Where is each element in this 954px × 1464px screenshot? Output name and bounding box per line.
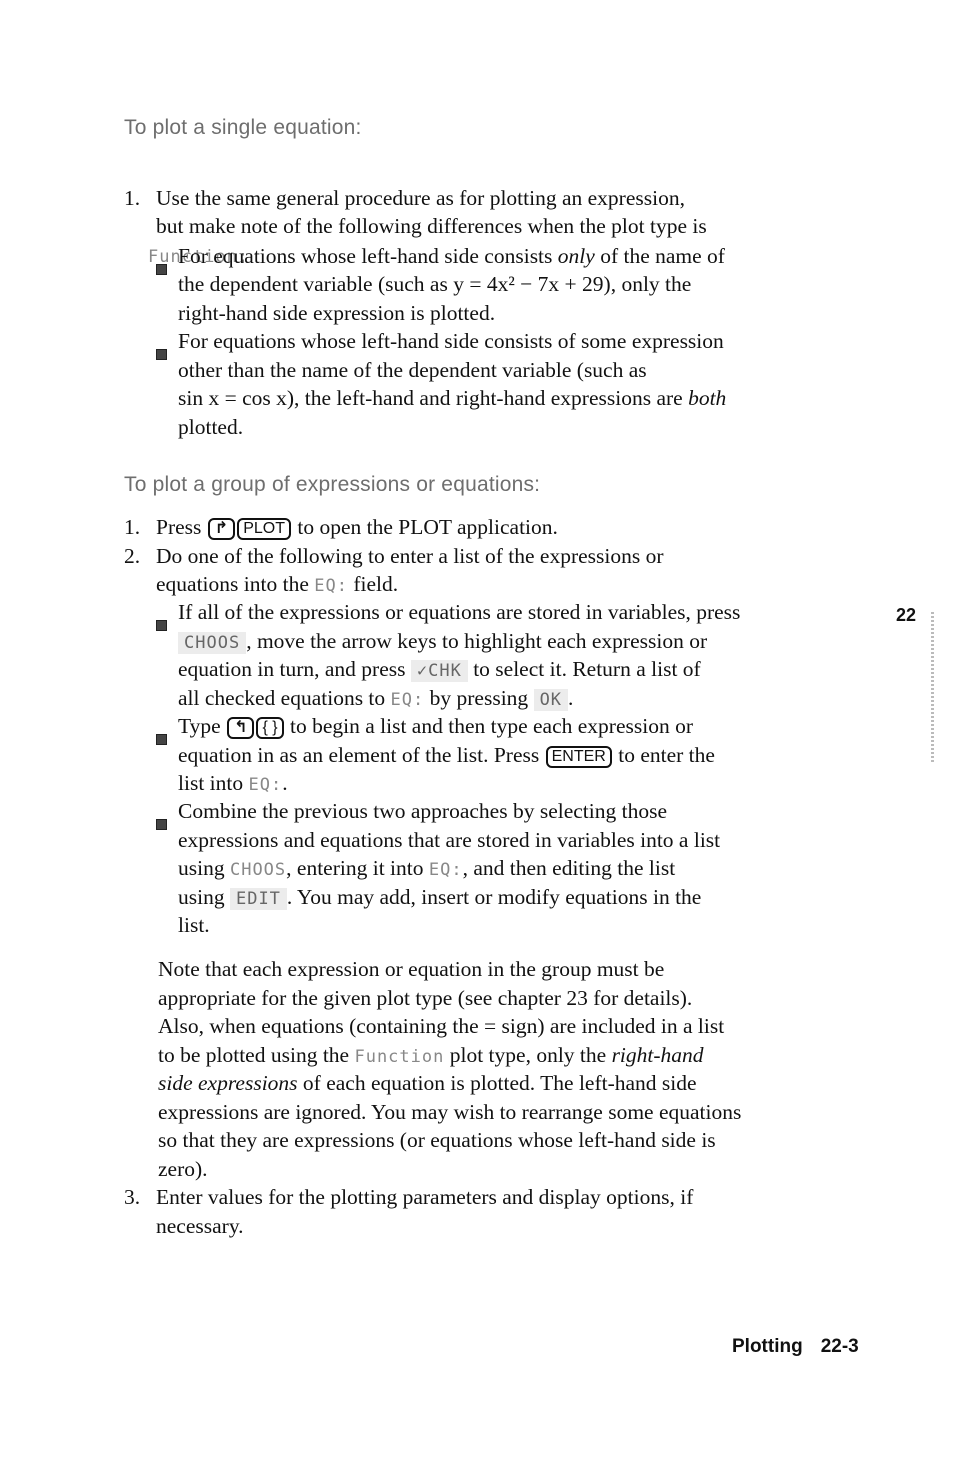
note-text: so that they are expressions (or equatio… (158, 1128, 716, 1152)
bullet-text: Combine the previous two approaches by s… (178, 799, 668, 823)
choos-softkey: CHOOS (178, 632, 247, 654)
step-text: necessary. (156, 1214, 244, 1238)
step-text: Use the same general procedure as for pl… (156, 186, 685, 210)
bullet-text: the dependent variable (such as y = 4x² … (178, 272, 692, 296)
bullet-text: equation in as an element of the list. P… (178, 743, 715, 768)
bullet-text: right-hand side expression is plotted. (178, 301, 496, 325)
step-text: Do one of the following to enter a list … (156, 544, 664, 568)
bullet-icon (156, 349, 167, 360)
note-text: to be plotted using the Function plot ty… (158, 1043, 704, 1067)
bullet-icon (156, 620, 167, 631)
step-text: Press ↱ PLOT to open the PLOT application… (156, 515, 558, 540)
chapter-tab-number: 22 (896, 605, 917, 625)
bullet-text: equation in turn, and press ✓CHK to sele… (178, 657, 701, 682)
eq-field-code: EQ: (390, 690, 425, 710)
enter-key: ENTER (545, 746, 612, 768)
page-footer: Plotting 22-3 (732, 1336, 877, 1358)
ok-softkey: OK (533, 689, 569, 711)
note-text: Note that each expression or equation in… (158, 957, 665, 981)
bullet-text: For equations whose left-hand side consi… (178, 244, 725, 268)
chk-softkey: ✓CHK (410, 660, 468, 682)
bullet-text: If all of the expressions or equations a… (178, 600, 741, 624)
bullet-text: CHOOS, move the arrow keys to highlight … (178, 627, 707, 657)
note-text: expressions are ignored. You may wish to… (158, 1100, 742, 1124)
plot-key: PLOT (237, 518, 291, 540)
bullet-text: expressions and equations that are store… (178, 828, 721, 852)
eq-field-code: EQ: (428, 860, 463, 880)
bullet-text: sin x = cos x), the left-hand and right-… (178, 386, 727, 410)
edit-softkey: EDIT (229, 888, 287, 910)
section-heading-single-equation: To plot a single equation: (124, 116, 362, 139)
step-number: 1. (124, 515, 141, 539)
bullet-text: using EDIT. You may add, insert or modif… (178, 885, 702, 910)
bullet-icon (156, 819, 167, 830)
step-text: equations into the EQ: field. (156, 572, 399, 596)
step-text: but make note of the following differenc… (156, 214, 707, 238)
braces-key: { } (256, 717, 284, 739)
note-text: Also, when equations (containing the = s… (158, 1014, 725, 1038)
note-text: side expressions of each equation is plo… (158, 1071, 697, 1095)
step-number: 3. (124, 1185, 141, 1209)
right-shift-key-icon: ↱ (207, 518, 236, 540)
page-number: 22-3 (820, 1336, 859, 1357)
bullet-text: For equations whose left-hand side consi… (178, 329, 724, 353)
bullet-text: list. (178, 913, 210, 937)
bullet-icon (156, 264, 167, 275)
eq-field-code: EQ: (314, 576, 348, 596)
step-number: 2. (124, 544, 141, 568)
step-number: 1. (124, 186, 141, 210)
note-text: appropriate for the given plot type (see… (158, 986, 693, 1010)
footer-section: Plotting (732, 1336, 803, 1357)
bullet-text: Type ↰{ } to begin a list and then type … (178, 714, 693, 739)
step-text: Enter values for the plotting parameters… (156, 1185, 694, 1209)
bullet-text: all checked equations to EQ: by pressing… (178, 686, 574, 711)
bullet-text: plotted. (178, 415, 244, 439)
bullet-text: list into EQ:. (178, 771, 288, 795)
note-text: zero). (158, 1157, 208, 1181)
bullet-text: using CHOOS, entering it into EQ:, and t… (178, 856, 676, 880)
eq-field-code: EQ: (248, 775, 283, 795)
section-heading-group: To plot a group of expressions or equati… (124, 473, 541, 496)
chapter-tab-bar (931, 612, 934, 762)
choos-softkey: CHOOS (229, 860, 287, 880)
bullet-text: other than the name of the dependent var… (178, 358, 647, 382)
bullet-icon (156, 734, 167, 745)
left-shift-key-icon: ↰ (227, 717, 255, 739)
plot-type-code: Function (354, 1047, 445, 1067)
